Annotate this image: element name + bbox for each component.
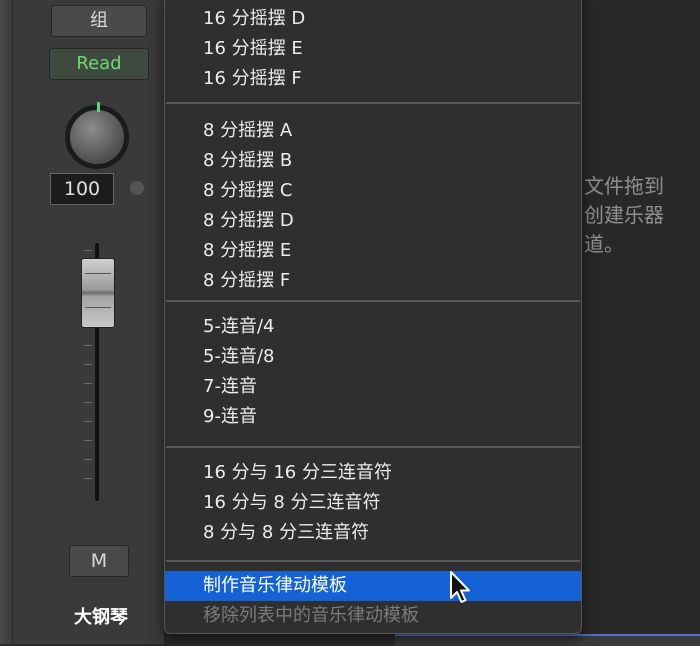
fader-tick: [84, 459, 92, 460]
fader-tick: [84, 478, 92, 479]
menu-item: 移除列表中的音乐律动模板: [203, 605, 419, 626]
menu-item[interactable]: 16 分摇摆 E: [165, 34, 581, 64]
menu-item[interactable]: 8 分摇摆 C: [165, 176, 581, 206]
empty-area-hint: 文件拖到 创建乐器 道。: [584, 174, 664, 256]
fader-tick: [84, 440, 92, 441]
menu-item[interactable]: 8 分摇摆 A: [165, 116, 581, 146]
menu-item[interactable]: 16 分摇摆 F: [165, 64, 581, 94]
menu-separator: [166, 560, 580, 562]
menu-item[interactable]: 8 分与 8 分三连音符: [165, 518, 581, 548]
menu-item[interactable]: 9-连音: [165, 402, 581, 432]
track-name: 大钢琴: [74, 607, 128, 628]
menu-separator: [166, 102, 580, 104]
fader-tick: [84, 364, 92, 365]
fader-tick: [84, 402, 92, 403]
fader-tick: [84, 345, 92, 346]
menu-item[interactable]: 16 分与 16 分三连音符: [165, 458, 581, 488]
menu-item[interactable]: 8 分摇摆 D: [165, 206, 581, 236]
menu-item[interactable]: 5-连音/8: [165, 342, 581, 372]
volume-fader-handle[interactable]: [81, 258, 115, 328]
tracks-area: [582, 0, 700, 644]
pan-knob[interactable]: [65, 105, 129, 169]
input-monitor-dot-icon[interactable]: [130, 181, 144, 195]
track-region-edge: [395, 634, 700, 646]
fader-tick: [84, 421, 92, 422]
menu-item[interactable]: 16 分与 8 分三连音符: [165, 488, 581, 518]
menu-item[interactable]: 8 分摇摆 E: [165, 236, 581, 266]
menu-item[interactable]: 制作音乐律动模板: [165, 571, 581, 601]
mouse-pointer-icon: [450, 571, 470, 603]
mute-button[interactable]: M: [69, 545, 129, 577]
automation-mode-button[interactable]: Read: [49, 48, 149, 80]
fader-tick: [84, 383, 92, 384]
menu-item[interactable]: 8 分摇摆 B: [165, 146, 581, 176]
strip-edge: [0, 0, 13, 644]
fader-tick: [84, 250, 92, 251]
menu-item[interactable]: 8 分摇摆 F: [165, 266, 581, 296]
menu-item[interactable]: 7-连音: [165, 372, 581, 402]
menu-separator: [166, 300, 580, 302]
group-button[interactable]: 组: [51, 5, 147, 37]
pan-value-field[interactable]: 100: [50, 173, 114, 205]
menu-item[interactable]: 16 分摇摆 D: [165, 4, 581, 34]
groove-template-menu: 16 分摇摆 D 16 分摇摆 E 16 分摇摆 F8 分摇摆 A8 分摇摆 B8 …: [164, 0, 582, 634]
menu-separator: [166, 446, 580, 448]
pan-knob-indicator: [97, 102, 100, 112]
menu-item[interactable]: 5-连音/4: [165, 312, 581, 342]
